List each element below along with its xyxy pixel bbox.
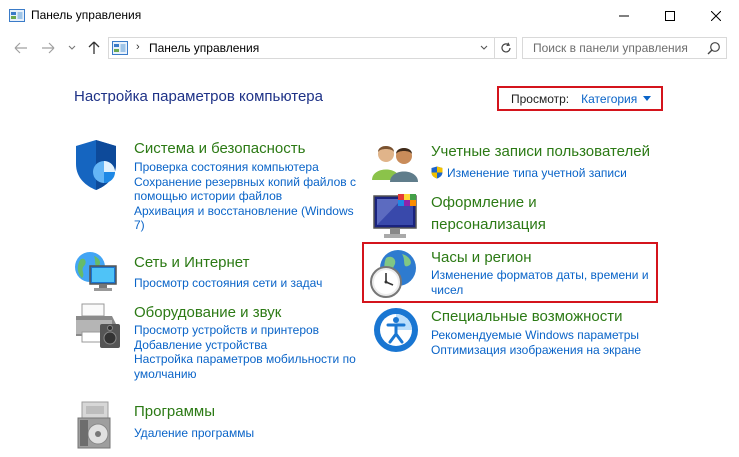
maximize-button[interactable]	[647, 0, 693, 31]
printer-icon[interactable]	[72, 302, 122, 350]
link-change-date-formats[interactable]: Изменение форматов даты, времени и	[431, 268, 649, 283]
view-by-label: Просмотр:	[511, 91, 570, 106]
link-change-date-formats-cont[interactable]: чисел	[431, 283, 649, 298]
link-backup-restore-cont[interactable]: 7)	[134, 218, 356, 233]
category-title[interactable]: Часы и регион	[431, 248, 532, 267]
page-title: Настройка параметров компьютера	[74, 88, 323, 105]
programs-icon[interactable]	[76, 400, 122, 450]
link-optimize-display[interactable]: Оптимизация изображения на экране	[431, 343, 641, 358]
uac-shield-icon	[431, 166, 443, 179]
clock-globe-icon[interactable]	[368, 248, 420, 300]
view-by-selector[interactable]: Просмотр: Категория	[497, 86, 663, 111]
control-panel-icon	[112, 41, 128, 55]
category-title-line2[interactable]: персонализация	[431, 215, 546, 234]
link-file-history-cont[interactable]: помощью истории файлов	[134, 189, 356, 204]
category-title[interactable]: Специальные возможности	[431, 307, 623, 326]
category-title[interactable]: Оборудование и звук	[134, 303, 281, 322]
title-bar: Панель управления	[0, 0, 739, 31]
category-title-line1[interactable]: Оформление и	[431, 193, 537, 212]
category-links: Рекомендуемые Windows параметры Оптимиза…	[431, 328, 641, 357]
shield-icon[interactable]	[72, 138, 120, 192]
link-uninstall-program[interactable]: Удаление программы	[134, 426, 254, 441]
category-links: Проверка состояния компьютера Сохранение…	[134, 160, 356, 233]
users-icon[interactable]	[372, 140, 420, 184]
up-button[interactable]	[85, 40, 103, 56]
address-dropdown-button[interactable]	[475, 38, 491, 58]
arrow-left-icon	[14, 42, 27, 54]
ease-of-access-icon[interactable]	[372, 306, 420, 354]
minimize-icon	[619, 15, 629, 16]
refresh-icon	[500, 42, 511, 53]
link-backup-restore[interactable]: Архивация и восстановление (Windows	[134, 204, 356, 219]
category-title[interactable]: Учетные записи пользователей	[431, 142, 650, 161]
arrow-right-icon	[42, 42, 55, 54]
category-links: Просмотр устройств и принтеров Добавлени…	[134, 323, 356, 381]
category-title[interactable]: Программы	[134, 402, 215, 421]
refresh-button[interactable]	[494, 38, 516, 58]
link-mobility-settings-cont[interactable]: умолчанию	[134, 367, 356, 382]
link-change-account-type[interactable]: Изменение типа учетной записи	[431, 166, 627, 181]
search-box[interactable]	[522, 37, 727, 59]
category-title[interactable]: Сеть и Интернет	[134, 253, 250, 272]
link-change-account-type-label[interactable]: Изменение типа учетной записи	[447, 166, 627, 180]
breadcrumb-control-panel[interactable]: Панель управления	[149, 41, 259, 55]
link-devices-printers[interactable]: Просмотр устройств и принтеров	[134, 323, 356, 338]
minimize-button[interactable]	[601, 0, 647, 31]
search-input[interactable]	[523, 38, 703, 58]
back-button[interactable]	[12, 40, 30, 56]
monitor-palette-icon[interactable]	[372, 192, 422, 242]
chevron-down-icon	[68, 45, 76, 50]
maximize-icon	[665, 10, 675, 21]
link-mobility-settings[interactable]: Настройка параметров мобильности по	[134, 352, 356, 367]
link-check-status[interactable]: Проверка состояния компьютера	[134, 160, 356, 175]
link-file-history[interactable]: Сохранение резервных копий файлов с	[134, 175, 356, 190]
link-recommended-settings[interactable]: Рекомендуемые Windows параметры	[431, 328, 641, 343]
window-title: Панель управления	[31, 8, 142, 22]
caret-down-icon[interactable]	[643, 96, 652, 101]
view-by-value[interactable]: Категория	[581, 92, 637, 106]
search-icon[interactable]	[707, 41, 721, 55]
arrow-up-icon	[88, 41, 100, 54]
category-title[interactable]: Система и безопасность	[134, 139, 305, 158]
category-links: Просмотр состояния сети и задач	[134, 276, 322, 291]
address-bar[interactable]: › Панель управления	[108, 37, 517, 59]
link-network-status[interactable]: Просмотр состояния сети и задач	[134, 276, 322, 291]
forward-button[interactable]	[39, 40, 57, 56]
category-links: Изменение форматов даты, времени и чисел	[431, 268, 649, 297]
breadcrumb-separator[interactable]: ›	[136, 41, 140, 53]
recent-locations-button[interactable]	[63, 40, 81, 56]
category-links: Удаление программы	[134, 426, 254, 441]
category-links: Изменение типа учетной записи	[431, 166, 627, 181]
network-globe-icon[interactable]	[72, 250, 120, 294]
close-icon	[711, 10, 721, 21]
control-panel-icon	[9, 9, 25, 22]
close-button[interactable]	[693, 0, 739, 31]
link-add-device[interactable]: Добавление устройства	[134, 338, 356, 353]
chevron-down-icon	[480, 45, 487, 50]
